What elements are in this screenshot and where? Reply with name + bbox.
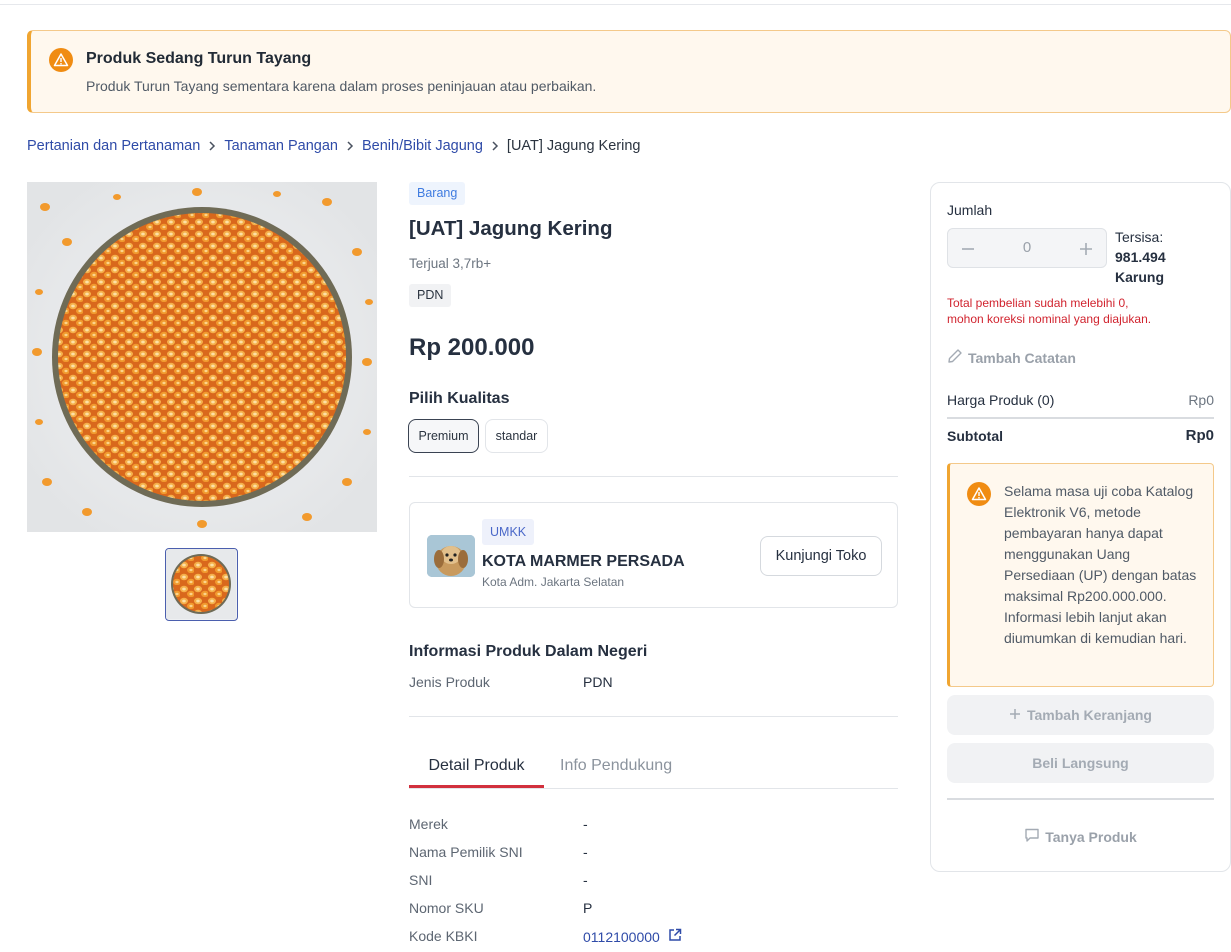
seller-name[interactable]: KOTA MARMER PERSADA <box>482 553 685 571</box>
chevron-right-icon <box>200 141 224 151</box>
tab-divider <box>409 788 898 789</box>
stock-label: Tersisa: <box>1115 229 1164 245</box>
divider <box>947 417 1214 419</box>
add-note-label: Tambah Catatan <box>968 349 1076 366</box>
buy-now-button[interactable]: Beli Langsung <box>947 743 1214 783</box>
alert-title: Produk Sedang Turun Tayang <box>86 50 312 67</box>
payment-warning: Selama masa uji coba Katalog Elektronik … <box>947 463 1214 687</box>
domestic-info-title: Informasi Produk Dalam Negeri <box>409 643 648 660</box>
minus-icon[interactable] <box>956 237 980 261</box>
purchase-panel: Jumlah 0 Tersisa: 981.494 Karung Total p… <box>930 182 1231 872</box>
add-to-cart-button[interactable]: Tambah Keranjang <box>947 695 1214 735</box>
payment-warning-text: Selama masa uji coba Katalog Elektronik … <box>1004 483 1197 646</box>
detail-label-sni: SNI <box>409 872 433 888</box>
breadcrumb-item-category[interactable]: Pertanian dan Pertanaman <box>27 138 200 154</box>
quality-option-premium[interactable]: Premium <box>408 419 479 453</box>
ask-product-label: Tanya Produk <box>1045 828 1137 845</box>
quantity-error-line1: Total pembelian sudah melebihi 0, <box>947 296 1129 310</box>
breadcrumb-item-current: [UAT] Jagung Kering <box>506 138 641 154</box>
plus-icon[interactable] <box>1074 237 1098 261</box>
detail-label-kbki: Kode KBKI <box>409 928 478 944</box>
status-alert: Produk Sedang Turun Tayang Produk Turun … <box>27 30 1231 113</box>
ask-product-button[interactable]: Tanya Produk <box>947 827 1214 846</box>
breadcrumb-item-group[interactable]: Benih/Bibit Jagung <box>362 138 483 154</box>
divider <box>409 476 898 477</box>
quantity-label: Jumlah <box>947 202 993 218</box>
quantity-stepper: 0 <box>947 228 1107 268</box>
product-title: [UAT] Jagung Kering <box>409 217 613 240</box>
product-image[interactable] <box>27 182 377 532</box>
detail-value-sku: P <box>583 900 593 916</box>
chevron-right-icon <box>338 141 362 151</box>
detail-label-sku: Nomor SKU <box>409 900 484 916</box>
seller-card: UMKK KOTA MARMER PERSADA Kota Adm. Jakar… <box>409 502 898 608</box>
chevron-right-icon <box>483 141 507 151</box>
header-divider <box>0 4 1231 5</box>
product-price-value: Rp0 <box>1188 392 1214 408</box>
tab-info-pendukung[interactable]: Info Pendukung <box>560 757 672 775</box>
alert-description: Produk Turun Tayang sementara karena dal… <box>86 78 597 94</box>
seller-location: Kota Adm. Jakarta Selatan <box>482 575 625 589</box>
detail-value-sni: - <box>583 872 588 888</box>
product-kind-label: Jenis Produk <box>409 674 490 690</box>
divider <box>947 798 1214 800</box>
pdn-tag: PDN <box>409 284 452 307</box>
detail-value-brand: - <box>583 816 588 832</box>
tab-detail-produk[interactable]: Detail Produk <box>409 757 544 775</box>
divider <box>409 716 898 717</box>
plus-icon <box>1009 707 1021 723</box>
detail-value-kbki[interactable]: 0112100000 <box>583 928 682 945</box>
detail-label-brand: Merek <box>409 816 448 832</box>
add-note-button[interactable]: Tambah Catatan <box>947 348 1076 367</box>
external-link-icon[interactable] <box>668 928 682 945</box>
product-type-badge: Barang <box>409 182 466 205</box>
pencil-icon <box>947 348 963 367</box>
subtotal-label: Subtotal <box>947 428 1003 444</box>
warning-icon <box>49 48 73 72</box>
seller-avatar <box>427 535 475 577</box>
stock-value: 981.494 <box>1115 249 1166 265</box>
warning-icon <box>967 482 991 506</box>
tab-active-indicator <box>409 785 544 788</box>
breadcrumb-item-subcategory[interactable]: Tanaman Pangan <box>224 138 338 154</box>
visit-store-button[interactable]: Kunjungi Toko <box>760 536 882 576</box>
product-price-label: Harga Produk (0) <box>947 392 1055 408</box>
subtotal-value: Rp0 <box>1185 427 1214 444</box>
detail-value-sni-owner: - <box>583 844 588 860</box>
quality-label: Pilih Kualitas <box>409 390 510 407</box>
sold-count: Terjual 3,7rb+ <box>409 256 492 271</box>
detail-label-sni-owner: Nama Pemilik SNI <box>409 844 523 860</box>
breadcrumb: Pertanian dan Pertanaman Tanaman Pangan … <box>27 138 640 154</box>
quantity-error-line2: mohon koreksi nominal yang diajukan. <box>947 312 1152 326</box>
quantity-input[interactable]: 0 <box>988 239 1066 256</box>
product-price: Rp 200.000 <box>409 334 535 361</box>
product-thumbnail[interactable] <box>165 548 238 621</box>
umkk-badge: UMKK <box>482 519 535 545</box>
chat-icon <box>1024 827 1040 846</box>
stock-unit: Karung <box>1115 269 1164 285</box>
product-kind-value: PDN <box>583 674 613 690</box>
add-to-cart-label: Tambah Keranjang <box>1027 707 1152 723</box>
kbki-code-link[interactable]: 0112100000 <box>583 929 660 945</box>
quality-option-standar[interactable]: standar <box>485 419 548 453</box>
